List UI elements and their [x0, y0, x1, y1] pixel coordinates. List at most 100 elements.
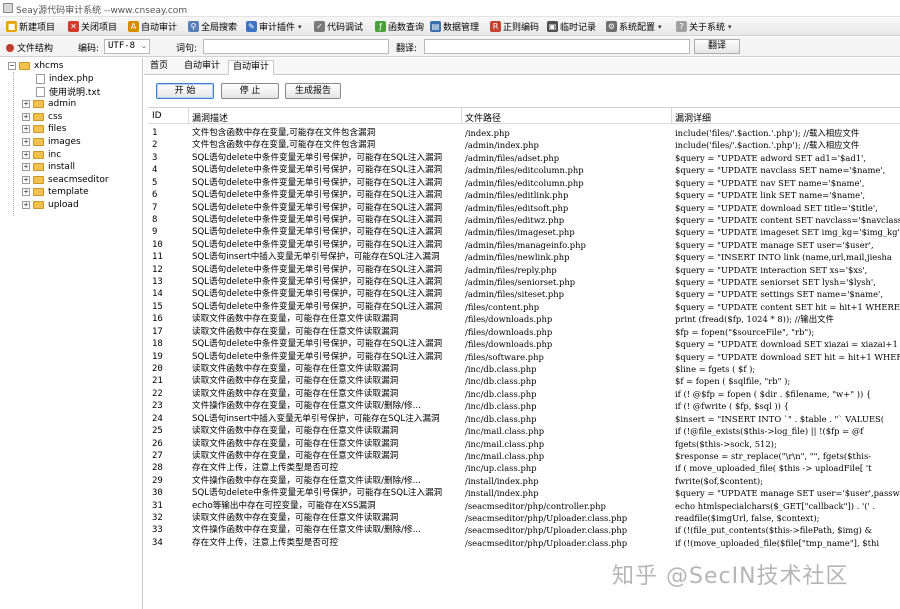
table-row[interactable]: 25 读取文件函数中存在变量，可能存在任意文件读取漏洞/inc/mail.clas… — [148, 425, 900, 437]
menu-item-function-query[interactable]: ƒ 函数查询 — [375, 20, 424, 33]
word-input[interactable] — [203, 39, 389, 54]
expand-icon[interactable]: + — [22, 175, 30, 184]
cell-id: 10 — [152, 239, 163, 250]
table-row[interactable]: 1 文件包含函数中存在变量,可能存在文件包含漏洞/index.php include… — [148, 127, 900, 139]
table-row[interactable]: 32 读取文件函数中存在变量，可能存在任意文件读取漏洞/seacmseditor/… — [148, 512, 900, 524]
menu-item-data-manage[interactable]: ▤ 数据管理 — [430, 20, 479, 33]
table-row[interactable]: 10 SQL语句delete中条件变量无单引号保护，可能存在SQL注入漏洞/adm… — [148, 239, 900, 251]
table-row[interactable]: 28 存在文件上传，注意上传类型是否可控/inc/up.class.php if (… — [148, 462, 900, 474]
table-row[interactable]: 18 SQL语句delete中条件变量无单引号保护，可能存在SQL注入漏洞/fil… — [148, 338, 900, 350]
collapse-icon[interactable]: − — [8, 62, 16, 70]
table-row[interactable]: 7 SQL语句delete中条件变量无单引号保护，可能存在SQL注入漏洞/admi… — [148, 202, 900, 214]
expand-icon[interactable]: + — [22, 163, 30, 172]
cell-description: SQL语句delete中条件变量无单引号保护，可能存在SQL注入漏洞 — [192, 351, 443, 362]
menu-label: 临时记录 — [560, 23, 597, 33]
expand-icon[interactable]: + — [22, 125, 30, 134]
stop-button[interactable]: 停 止 — [221, 83, 279, 99]
cell-detail: $query = "UPDATE content SET navclass='$… — [675, 214, 900, 225]
tree-item-images[interactable]: + images — [22, 136, 81, 148]
table-row[interactable]: 29 文件操作函数中存在变量，可能存在任意文件读取/删除/修... /install… — [148, 475, 900, 487]
tab-home[interactable]: 首页 — [146, 60, 172, 75]
cell-id: 5 — [152, 177, 158, 188]
encoding-value: UTF-8 — [108, 41, 136, 51]
tab-auto-audit-2[interactable]: 自动审计 — [228, 60, 274, 75]
tree-item-install[interactable]: + install — [22, 161, 75, 173]
menu-item-regex-encode[interactable]: R 正则编码 — [490, 20, 539, 33]
table-row[interactable]: 12 SQL语句delete中条件变量无单引号保护，可能存在SQL注入漏洞/adm… — [148, 264, 900, 276]
translate-input[interactable] — [424, 39, 690, 54]
tree-root[interactable]: − xhcms — [8, 60, 63, 72]
header-id[interactable]: ID — [152, 111, 162, 121]
table-row[interactable]: 17 读取文件函数中存在变量，可能存在任意文件读取漏洞/files/downloa… — [148, 326, 900, 338]
expand-icon[interactable]: + — [22, 150, 30, 159]
table-row[interactable]: 31 echo等输出中存在可控变量，可能存在XSS漏洞/seacmseditor/… — [148, 500, 900, 512]
expand-icon[interactable]: + — [22, 100, 30, 109]
menu-item-code-debug[interactable]: ✓ 代码调试 — [314, 20, 363, 33]
tree-item-admin[interactable]: + admin — [22, 98, 76, 110]
tree-item-css[interactable]: + css — [22, 111, 62, 123]
cell-file-path: /admin/files/adset.php — [465, 152, 560, 163]
encoding-select[interactable]: UTF-8 ⌵ — [104, 39, 150, 54]
menu-item-system-config[interactable]: ⚙ 系统配置 ▾ — [606, 20, 662, 33]
table-row[interactable]: 24 SQL语句insert中插入变量无单引号保护，可能存在SQL注入漏洞/inc… — [148, 413, 900, 425]
menu-item-global-search[interactable]: ⚲ 全局搜索 — [188, 20, 237, 33]
translate-button[interactable]: 翻译 — [694, 39, 740, 54]
expand-icon[interactable]: + — [22, 188, 30, 197]
table-row[interactable]: 11 SQL语句insert中插入变量无单引号保护，可能存在SQL注入漏洞/adm… — [148, 251, 900, 263]
table-row[interactable]: 6 SQL语句delete中条件变量无单引号保护，可能存在SQL注入漏洞/admi… — [148, 189, 900, 201]
tree-item-index-php[interactable]: index.php — [36, 73, 94, 85]
expand-icon[interactable]: + — [22, 138, 30, 146]
table-row[interactable]: 13 SQL语句delete中条件变量无单引号保护，可能存在SQL注入漏洞/adm… — [148, 276, 900, 288]
table-row[interactable]: 8 SQL语句delete中条件变量无单引号保护，可能存在SQL注入漏洞/admi… — [148, 214, 900, 226]
file-icon — [36, 86, 45, 97]
tree-item-files[interactable]: + files — [22, 123, 66, 135]
tree-item-template[interactable]: + template — [22, 186, 89, 198]
table-row[interactable]: 9 SQL语句delete中条件变量无单引号保护，可能存在SQL注入漏洞/admi… — [148, 226, 900, 238]
table-row[interactable]: 16 读取文件函数中存在变量，可能存在任意文件读取漏洞/files/downloa… — [148, 313, 900, 325]
tree-item-seacmseditor[interactable]: + seacmseditor — [22, 174, 109, 186]
generate-report-button[interactable]: 生成报告 — [285, 83, 341, 99]
menu-item-new-project[interactable]: ■ 新建项目 — [6, 20, 55, 33]
table-row[interactable]: 34 存在文件上传，注意上传类型是否可控/seacmseditor/php/Upl… — [148, 537, 900, 549]
menu-item-audit-plugin[interactable]: ✎ 审计插件 ▾ — [246, 20, 302, 33]
folder-icon — [33, 100, 44, 109]
table-row[interactable]: 30 SQL语句delete中条件变量无单引号保护，可能存在SQL注入漏洞/ins… — [148, 487, 900, 499]
table-row[interactable]: 22 读取文件函数中存在变量，可能存在任意文件读取漏洞/inc/db.class.… — [148, 388, 900, 400]
menu-item-about-system[interactable]: ? 关于系统 ▾ — [676, 20, 732, 33]
table-row[interactable]: 2 文件包含函数中存在变量,可能存在文件包含漏洞/admin/index.php i… — [148, 139, 900, 151]
menu-item-temp-record[interactable]: ▣ 临时记录 — [547, 20, 596, 33]
folder-icon — [33, 175, 44, 184]
table-row[interactable]: 19 SQL语句delete中条件变量无单引号保护，可能存在SQL注入漏洞/fil… — [148, 351, 900, 363]
table-row[interactable]: 33 文件操作函数中存在变量，可能存在任意文件读取/删除/修... /seacmse… — [148, 524, 900, 536]
header-desc[interactable]: 漏洞描述 — [192, 111, 228, 124]
start-button[interactable]: 开 始 — [156, 83, 214, 99]
tree-item-upload[interactable]: + upload — [22, 199, 79, 211]
action-bar: 开 始 停 止 生成报告 — [144, 76, 900, 106]
tree-item-inc[interactable]: + inc — [22, 149, 61, 161]
table-row[interactable]: 26 读取文件函数中存在变量，可能存在任意文件读取漏洞/inc/mail.clas… — [148, 438, 900, 450]
tree-item-txt[interactable]: 使用说明.txt — [36, 86, 100, 98]
menu-item-close-project[interactable]: ✕ 关闭项目 — [68, 20, 117, 33]
header-path[interactable]: 文件路径 — [465, 111, 501, 124]
table-row[interactable]: 27 读取文件函数中存在变量，可能存在任意文件读取漏洞/inc/mail.clas… — [148, 450, 900, 462]
menu-item-auto-audit[interactable]: A 自动审计 — [128, 20, 177, 33]
menu-bar: ■ 新建项目 ✕ 关闭项目 A 自动审计 ⚲ 全局搜索 ✎ 审计插件 ▾ ✓ 代码调试 ƒ 函数查询 ▤ 数据管… — [0, 17, 900, 36]
table-row[interactable]: 5 SQL语句delete中条件变量无单引号保护，可能存在SQL注入漏洞/admi… — [148, 177, 900, 189]
folder-icon — [19, 62, 30, 70]
header-detail[interactable]: 漏洞详细 — [675, 111, 711, 124]
cell-detail: include('files/'.$action.'.php'); //载入相应… — [675, 140, 860, 151]
table-row[interactable]: 3 SQL语句delete中条件变量无单引号保护，可能存在SQL注入漏洞/admi… — [148, 152, 900, 164]
folder-icon — [33, 201, 44, 209]
expand-icon[interactable]: + — [22, 201, 30, 209]
table-row[interactable]: 21 读取文件函数中存在变量，可能存在任意文件读取漏洞/inc/db.class.… — [148, 375, 900, 387]
tree-guide — [13, 72, 14, 216]
table-row[interactable]: 20 读取文件函数中存在变量，可能存在任意文件读取漏洞/inc/db.class.… — [148, 363, 900, 375]
table-row[interactable]: 14 SQL语句delete中条件变量无单引号保护，可能存在SQL注入漏洞/adm… — [148, 288, 900, 300]
table-row[interactable]: 4 SQL语句delete中条件变量无单引号保护，可能存在SQL注入漏洞/admi… — [148, 164, 900, 176]
cell-description: 读取文件函数中存在变量，可能存在任意文件读取漏洞 — [192, 363, 399, 374]
table-row[interactable]: 15 SQL语句delete中条件变量无单引号保护，可能存在SQL注入漏洞/fil… — [148, 301, 900, 313]
table-row[interactable]: 23 文件操作函数中存在变量，可能存在任意文件读取/删除/修... /inc/db.… — [148, 400, 900, 412]
tab-auto-audit-1[interactable]: 自动审计 — [180, 60, 224, 75]
expand-icon[interactable]: + — [22, 112, 30, 121]
tree-item-label: 使用说明.txt — [49, 88, 101, 99]
